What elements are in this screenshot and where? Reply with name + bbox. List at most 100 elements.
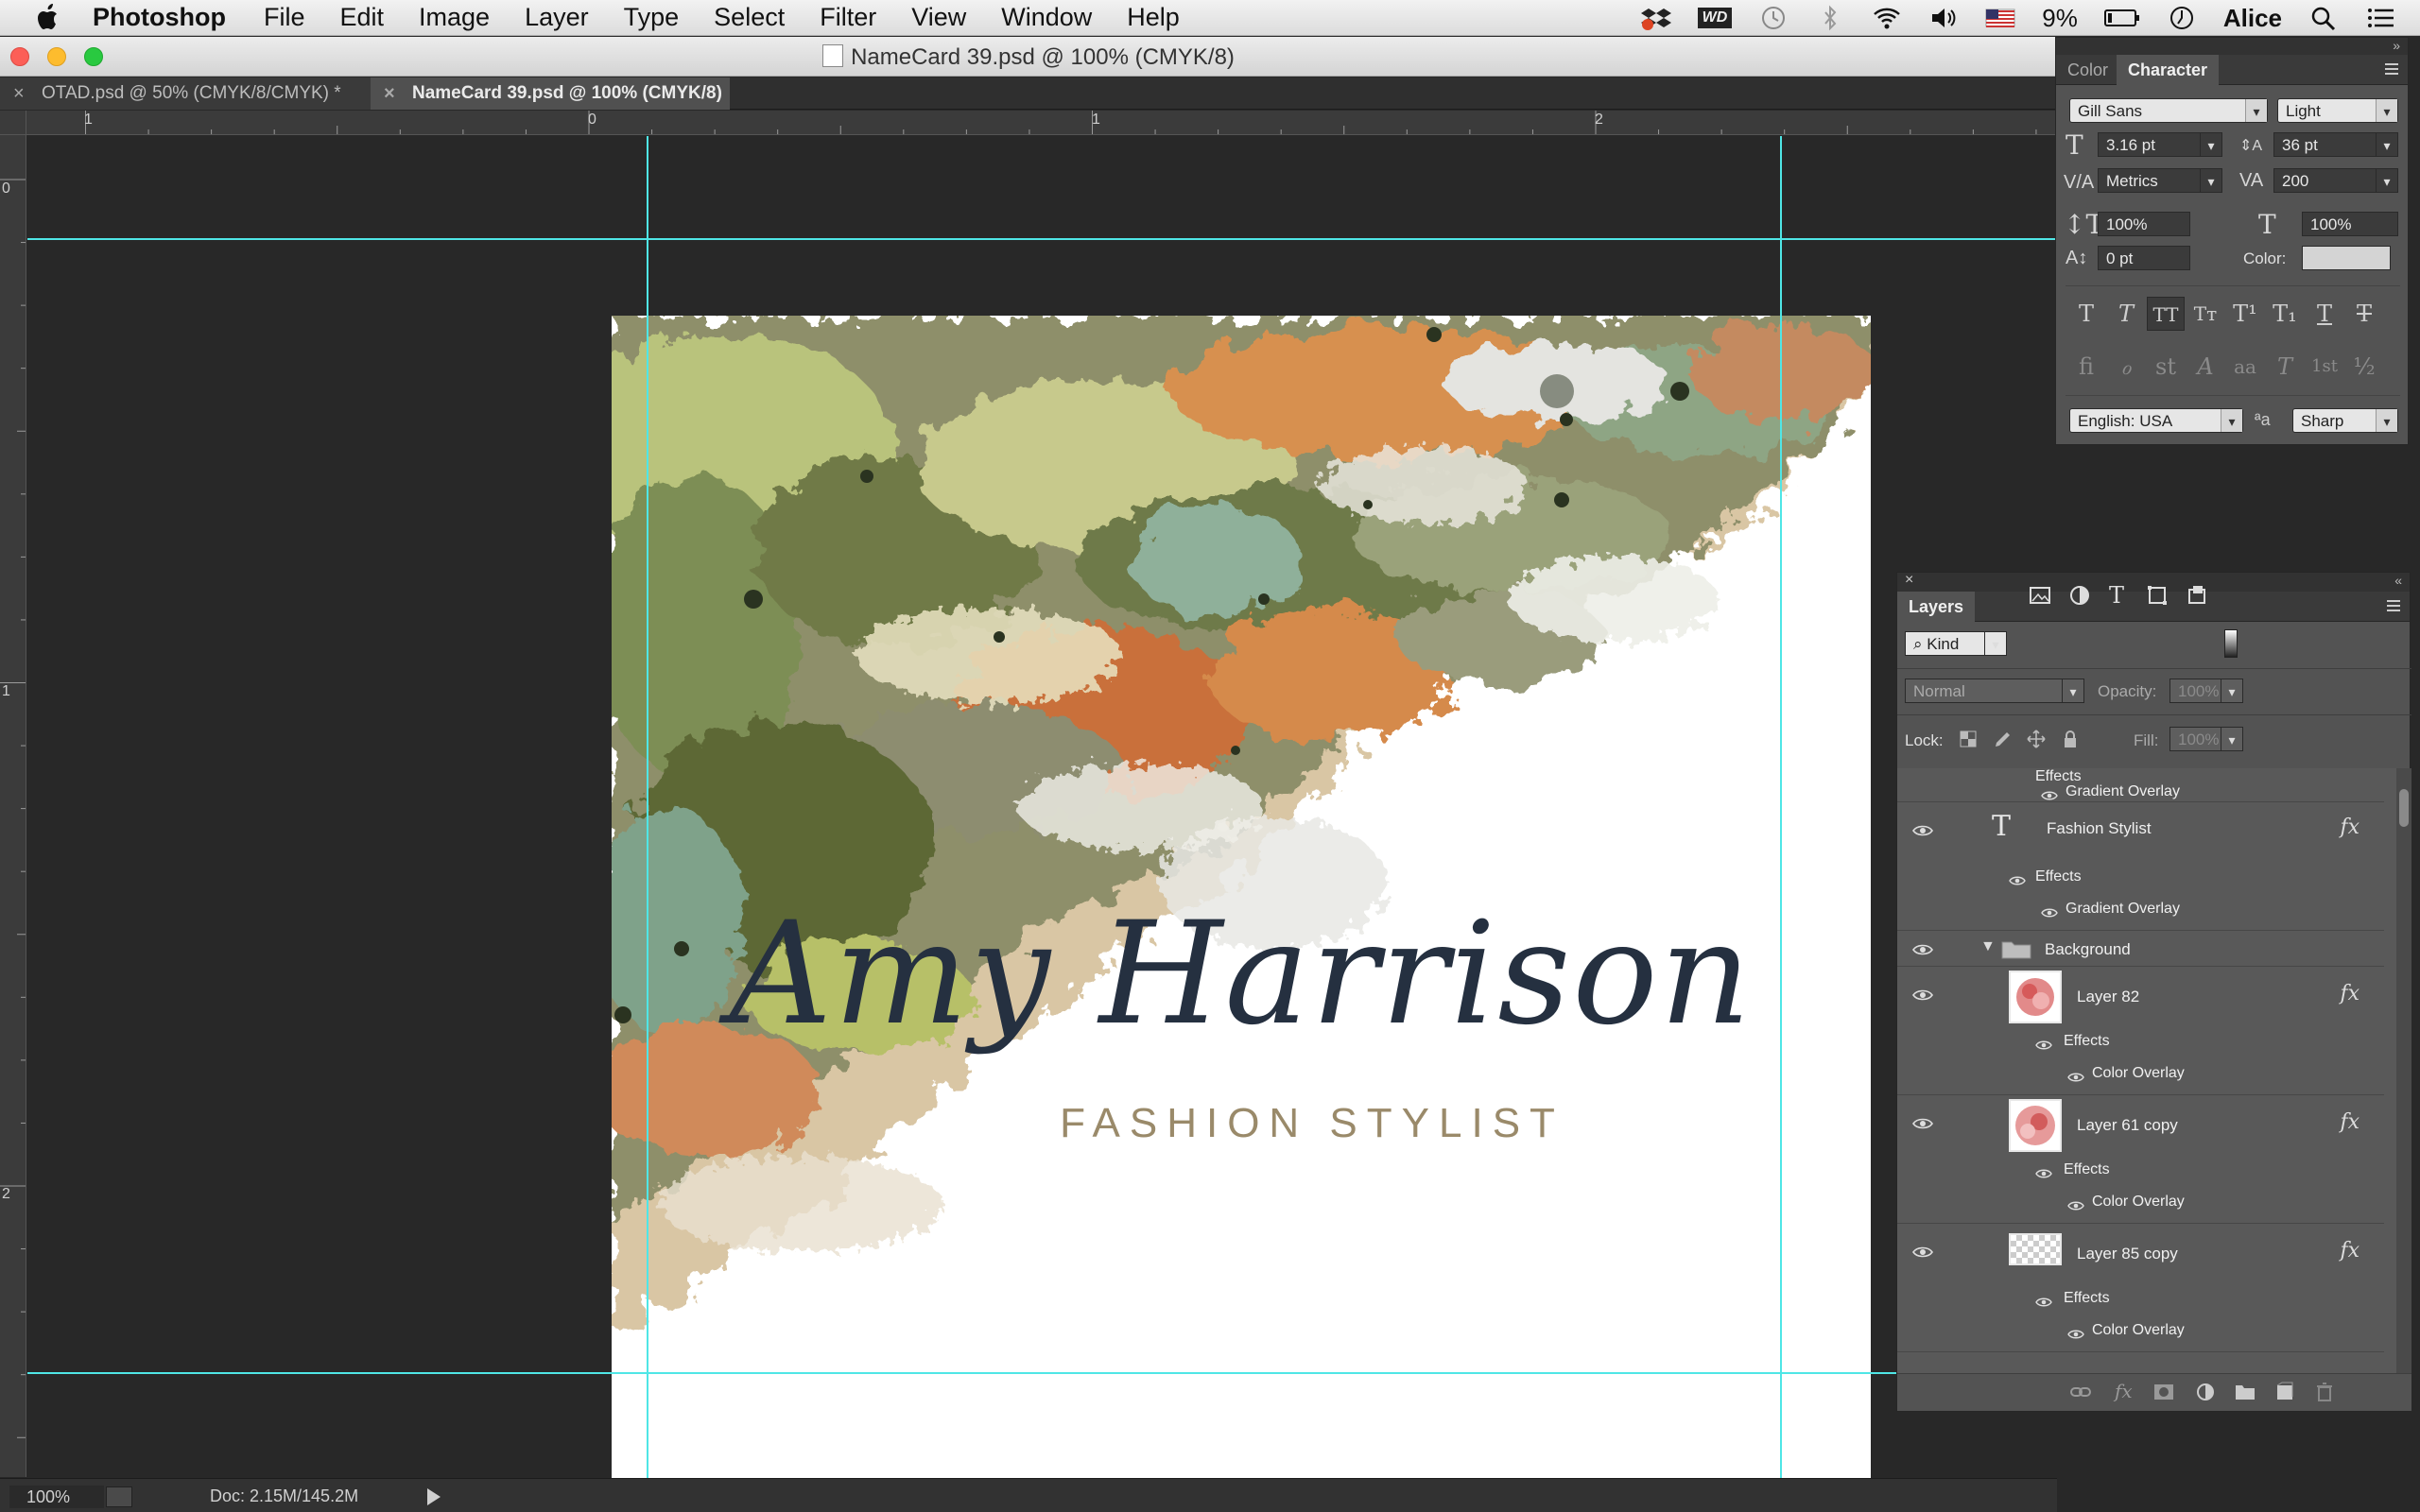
delete-layer-icon[interactable] xyxy=(2313,1382,2336,1402)
user-name[interactable]: Alice xyxy=(2223,4,2282,33)
layers-scrollbar[interactable] xyxy=(2396,768,2411,1373)
layer-list[interactable]: Effects Gradient Overlay T Fashion Styli… xyxy=(1897,768,2396,1373)
vertical-scale-field[interactable]: 100% xyxy=(2098,212,2190,236)
language-select[interactable]: English: USA xyxy=(2069,408,2243,433)
expand-triangle-icon[interactable]: ▼ xyxy=(1980,938,1996,955)
blend-mode-select[interactable]: Normal xyxy=(1905,679,2084,703)
battery-percent[interactable]: 9% xyxy=(2042,4,2078,33)
small-caps-button[interactable]: Tт xyxy=(2187,297,2224,331)
scrollbar-thumb[interactable] xyxy=(2399,789,2409,827)
menu-image[interactable]: Image xyxy=(419,3,490,32)
ordinals-button[interactable]: 1st xyxy=(2306,350,2343,384)
app-menu[interactable]: Photoshop xyxy=(93,3,226,32)
opacity-field[interactable]: 100% xyxy=(2169,679,2243,703)
smart-object-filter-icon[interactable] xyxy=(2185,584,2209,607)
collapse-icon[interactable]: « xyxy=(2394,573,2402,588)
ruler-origin[interactable] xyxy=(0,111,26,135)
visibility-eye-icon[interactable] xyxy=(1912,823,1933,836)
leading-field[interactable]: 36 pt xyxy=(2273,132,2398,157)
ligatures-button[interactable]: fi xyxy=(2067,350,2105,384)
tab-layers[interactable]: Layers xyxy=(1897,592,1976,622)
strikethrough-button[interactable]: T xyxy=(2345,297,2383,331)
eye-icon[interactable] xyxy=(2009,872,2026,885)
layer-row-layer-85-copy[interactable]: Layer 85 copy fx Effects Color Overlay xyxy=(1897,1224,2384,1352)
guide-horizontal[interactable] xyxy=(27,1372,2057,1374)
guide-vertical[interactable] xyxy=(1780,136,1782,1478)
faux-bold-button[interactable]: T xyxy=(2067,297,2105,331)
faux-italic-button[interactable]: T xyxy=(2107,297,2145,331)
old-style-button[interactable]: ℴ xyxy=(2107,350,2145,384)
us-flag-icon[interactable] xyxy=(1985,5,2015,31)
menu-file[interactable]: File xyxy=(264,3,305,32)
tab-color[interactable]: Color xyxy=(2056,55,2119,85)
lock-image-pixels-icon[interactable] xyxy=(1992,729,2013,749)
horizontal-scale-field[interactable]: 100% xyxy=(2302,212,2398,236)
close-panel-icon[interactable]: × xyxy=(1905,572,1913,589)
bluetooth-icon[interactable] xyxy=(1815,5,1845,31)
add-mask-icon[interactable] xyxy=(2152,1382,2175,1402)
new-group-icon[interactable] xyxy=(2234,1382,2256,1402)
eye-icon[interactable] xyxy=(2067,1326,2084,1339)
visibility-eye-icon[interactable] xyxy=(1912,1116,1933,1129)
filter-kind-select[interactable]: ⌕ Kind xyxy=(1905,631,2007,656)
visibility-eye-icon[interactable] xyxy=(1912,1245,1933,1258)
type-filter-icon[interactable]: T xyxy=(2109,582,2124,609)
menu-view[interactable]: View xyxy=(911,3,966,32)
antialias-select[interactable]: Sharp xyxy=(2292,408,2398,433)
eye-icon[interactable] xyxy=(2067,1069,2084,1082)
layer-row-fashion-stylist[interactable]: T Fashion Stylist fx Effects Gradient Ov… xyxy=(1897,802,2384,931)
layer-row-layer-61-copy[interactable]: Layer 61 copy fx Effects Color Overlay xyxy=(1897,1095,2384,1224)
eye-icon[interactable] xyxy=(2041,787,2058,800)
layer-group-background[interactable]: ▼ Background xyxy=(1897,931,2384,967)
link-layers-icon[interactable] xyxy=(2069,1382,2092,1402)
fx-icon[interactable]: fx xyxy=(2340,1110,2360,1134)
panel-menu-icon[interactable] xyxy=(2379,61,2400,77)
menu-filter[interactable]: Filter xyxy=(820,3,876,32)
volume-icon[interactable] xyxy=(1928,5,1959,31)
image-filter-icon[interactable] xyxy=(2028,584,2052,607)
fractions-button[interactable]: ½ xyxy=(2345,350,2383,384)
fill-field[interactable]: 100% xyxy=(2169,727,2243,751)
kerning-field[interactable]: Metrics xyxy=(2098,168,2222,193)
canvas-area[interactable]: Amy Harrison FASHION STYLIST xyxy=(27,136,2057,1512)
adjustment-filter-icon[interactable] xyxy=(2067,584,2092,607)
tab-character[interactable]: Character xyxy=(2117,55,2220,85)
font-family-select[interactable]: Gill Sans xyxy=(2069,98,2268,123)
battery-icon[interactable] xyxy=(2103,5,2140,31)
lock-all-icon[interactable] xyxy=(2060,729,2081,749)
titling-alternates-button[interactable]: T xyxy=(2266,350,2304,384)
adjustment-layer-icon[interactable] xyxy=(2194,1382,2217,1402)
menu-select[interactable]: Select xyxy=(714,3,785,32)
add-style-icon[interactable]: fx xyxy=(2115,1380,2133,1402)
horizontal-ruler[interactable]: 1 0 1 2 xyxy=(26,111,2057,135)
tab-otad[interactable]: × OTAD.psd @ 50% (CMYK/8/CMYK) * xyxy=(0,77,371,110)
visibility-eye-icon[interactable] xyxy=(1912,988,1933,1001)
all-caps-button[interactable]: TT xyxy=(2147,297,2185,331)
effect-row-gradient[interactable]: Gradient Overlay xyxy=(1897,768,2384,802)
name-text-layer[interactable]: Amy Harrison xyxy=(612,892,1871,1057)
close-tab-icon[interactable]: × xyxy=(13,77,25,110)
stylistic-alternates-button[interactable]: aa xyxy=(2226,350,2264,384)
menu-window[interactable]: Window xyxy=(1001,3,1092,32)
guide-horizontal[interactable] xyxy=(27,238,2057,240)
swash-button[interactable]: A xyxy=(2187,350,2224,384)
baseline-shift-field[interactable]: 0 pt xyxy=(2098,246,2190,270)
lock-position-icon[interactable] xyxy=(2026,729,2047,749)
filter-toggle-switch[interactable] xyxy=(2224,629,2238,658)
clock-icon[interactable] xyxy=(2167,5,2197,31)
close-tab-icon[interactable]: × xyxy=(384,77,395,110)
tracking-field[interactable]: 200 xyxy=(2273,168,2398,193)
discretionary-ligatures-button[interactable]: st xyxy=(2147,350,2185,384)
layer-row-layer-82[interactable]: Layer 82 fx Effects Color Overlay xyxy=(1897,967,2384,1095)
eye-icon[interactable] xyxy=(2035,1294,2052,1307)
superscript-button[interactable]: T¹ xyxy=(2226,297,2264,331)
panel-menu-icon[interactable] xyxy=(2381,598,2402,613)
zoom-field[interactable]: 100% xyxy=(9,1486,104,1508)
notification-center-icon[interactable] xyxy=(2365,5,2395,31)
status-toggle-button[interactable] xyxy=(106,1486,132,1507)
tab-namecard[interactable]: × NameCard 39.psd @ 100% (CMYK/8) xyxy=(371,77,730,110)
menu-type[interactable]: Type xyxy=(624,3,680,32)
dropbox-icon[interactable] xyxy=(1640,5,1671,31)
text-color-swatch[interactable] xyxy=(2302,246,2391,270)
underline-button[interactable]: T xyxy=(2306,297,2343,331)
